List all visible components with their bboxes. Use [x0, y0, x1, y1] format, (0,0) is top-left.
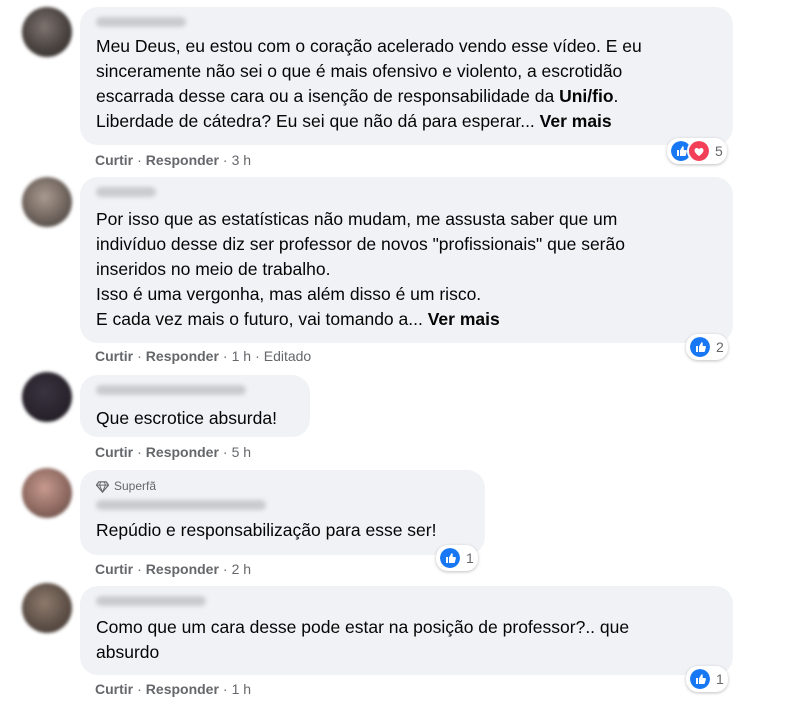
author-name-blurred[interactable]	[96, 187, 156, 197]
comment-line: Meu Deus, eu estou com o coração acelera…	[96, 36, 642, 56]
love-icon	[687, 139, 711, 163]
author-name-blurred[interactable]	[96, 17, 186, 27]
like-button[interactable]: Curtir	[95, 152, 133, 168]
comment-line: indivíduo desse diz ser professor de nov…	[96, 234, 625, 254]
see-more-link[interactable]: Ver mais	[428, 309, 500, 329]
reply-button[interactable]: Responder	[146, 152, 219, 168]
comment-actions: Curtir · Responder · 3 h	[95, 152, 252, 168]
like-button[interactable]: Curtir	[95, 681, 133, 697]
comment-bubble: Superfã Repúdio e responsabilização para…	[80, 470, 485, 555]
avatar[interactable]	[22, 468, 72, 518]
like-button[interactable]: Curtir	[95, 561, 133, 577]
reply-button[interactable]: Responder	[146, 561, 219, 577]
reply-button[interactable]: Responder	[146, 681, 219, 697]
comment-bubble: Por isso que as estatísticas não mudam, …	[80, 177, 733, 343]
timestamp[interactable]: 5 h	[232, 444, 251, 460]
comment-text: Por isso que as estatísticas não mudam, …	[96, 207, 717, 332]
comment-line: Isso é uma vergonha, mas além disso é um…	[96, 284, 482, 304]
reactions-summary[interactable]: 5	[667, 138, 727, 164]
badge-label: Superfã	[114, 479, 157, 493]
reaction-count: 1	[466, 550, 474, 566]
comment-line: escarrada desse cara ou a isenção de res…	[96, 86, 619, 106]
diamond-icon	[96, 480, 109, 493]
comment-text: Que escrotice absurda!	[96, 406, 294, 431]
like-button[interactable]: Curtir	[95, 348, 133, 364]
avatar[interactable]	[22, 177, 72, 227]
comment-line: Liberdade de cátedra? Eu sei que não dá …	[96, 111, 612, 131]
comment-line: Que escrotice absurda!	[96, 408, 277, 428]
author-name-blurred[interactable]	[96, 596, 206, 606]
comment-line: Repúdio e responsabilização para esse se…	[96, 520, 437, 540]
avatar[interactable]	[22, 7, 72, 57]
comment-line: sinceramente não sei o que é mais ofensi…	[96, 61, 623, 81]
comment-line: E cada vez mais o futuro, vai tomando a.…	[96, 309, 500, 329]
comment-text: Como que um cara desse pode estar na pos…	[96, 615, 717, 665]
mention-link[interactable]: Uni/fio	[559, 86, 613, 106]
avatar[interactable]	[22, 372, 72, 422]
like-icon	[688, 335, 712, 359]
comment-text: Repúdio e responsabilização para esse se…	[96, 518, 469, 543]
reaction-count: 1	[716, 671, 724, 687]
avatar[interactable]	[22, 583, 72, 633]
comment-line: Por isso que as estatísticas não mudam, …	[96, 209, 618, 229]
comment-actions: Curtir · Responder · 1 h	[95, 681, 252, 697]
comment-actions: Curtir · Responder · 2 h	[95, 561, 252, 577]
comment-bubble: Meu Deus, eu estou com o coração acelera…	[80, 7, 733, 145]
edited-label: Editado	[263, 348, 312, 364]
reply-button[interactable]: Responder	[146, 348, 219, 364]
comment-line: Como que um cara desse pode estar na pos…	[96, 617, 630, 637]
comment-line: absurdo	[96, 642, 160, 662]
author-name-blurred[interactable]	[96, 385, 246, 395]
reactions-summary[interactable]: 1	[436, 545, 478, 571]
reaction-count: 5	[715, 143, 723, 159]
author-name-blurred[interactable]	[96, 500, 266, 510]
timestamp[interactable]: 3 h	[232, 152, 251, 168]
reply-button[interactable]: Responder	[146, 444, 219, 460]
comment-text: Meu Deus, eu estou com o coração acelera…	[96, 34, 717, 134]
timestamp[interactable]: 1 h	[232, 348, 251, 364]
timestamp[interactable]: 2 h	[232, 561, 251, 577]
comment-bubble: Que escrotice absurda!	[80, 375, 310, 437]
timestamp[interactable]: 1 h	[232, 681, 251, 697]
reactions-summary[interactable]: 1	[686, 666, 728, 692]
like-button[interactable]: Curtir	[95, 444, 133, 460]
reactions-summary[interactable]: 2	[686, 334, 728, 360]
superfan-badge: Superfã	[96, 478, 469, 494]
like-icon	[688, 667, 712, 691]
comment-line: inseridos no meio de trabalho.	[96, 259, 331, 279]
comment-bubble: Como que um cara desse pode estar na pos…	[80, 586, 733, 675]
comment-actions: Curtir · Responder · 1 h · Editado	[95, 348, 312, 364]
reaction-count: 2	[716, 339, 724, 355]
see-more-link[interactable]: Ver mais	[540, 111, 612, 131]
like-icon	[438, 546, 462, 570]
comment-actions: Curtir · Responder · 5 h	[95, 444, 252, 460]
